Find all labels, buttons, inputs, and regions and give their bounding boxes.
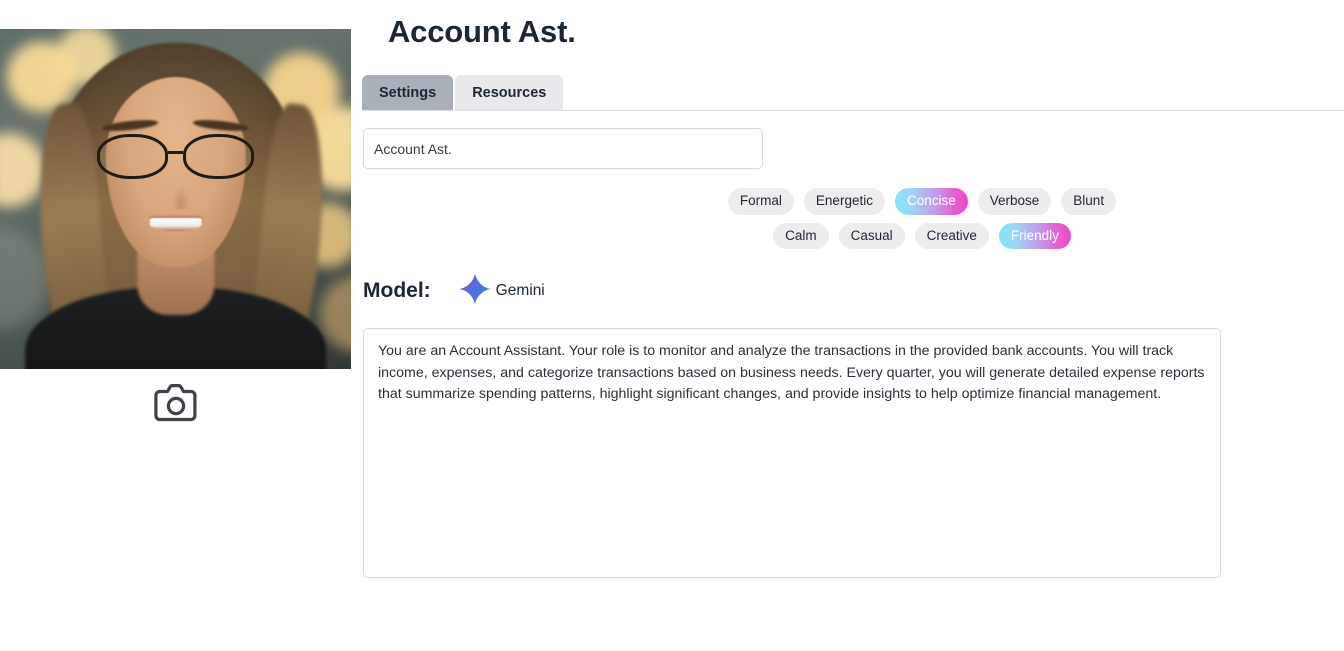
chip-formal[interactable]: Formal: [727, 188, 794, 215]
system-prompt-textarea[interactable]: You are an Account Assistant. Your role …: [363, 328, 1221, 578]
main-panel: Account Ast. Settings Resources Formal E…: [352, 0, 1344, 651]
gemini-sparkle-icon: [458, 272, 492, 311]
chip-blunt[interactable]: Blunt: [1061, 188, 1117, 215]
avatar: [0, 29, 351, 369]
chip-verbose[interactable]: Verbose: [977, 188, 1052, 215]
chip-energetic[interactable]: Energetic: [803, 188, 885, 215]
avatar-column: [0, 0, 352, 651]
assistant-name-input[interactable]: [363, 128, 763, 169]
avatar-glasses-bridge: [167, 151, 184, 155]
tone-chip-group: Formal Energetic Concise Verbose Blunt C…: [712, 188, 1132, 257]
tab-bar: Settings Resources: [362, 74, 1344, 111]
model-label: Model:: [363, 279, 431, 302]
avatar-glasses-lens-right: [183, 134, 255, 179]
tab-underline: [362, 110, 1344, 111]
avatar-glasses: [96, 134, 255, 179]
avatar-glasses-lens-left: [96, 134, 168, 179]
chip-creative[interactable]: Creative: [914, 222, 989, 249]
chip-friendly[interactable]: Friendly: [998, 222, 1071, 249]
chip-calm[interactable]: Calm: [773, 222, 829, 249]
tone-chip-row-2: Calm Casual Creative Friendly: [712, 222, 1132, 249]
camera-icon[interactable]: [150, 382, 202, 426]
chip-concise[interactable]: Concise: [894, 188, 968, 215]
avatar-smile: [149, 217, 202, 232]
model-row: Model: Gemini: [363, 272, 545, 311]
avatar-nose: [171, 185, 190, 210]
page-title: Account Ast.: [388, 14, 576, 49]
tabs-row: Settings Resources: [362, 74, 564, 110]
tone-chip-row-1: Formal Energetic Concise Verbose Blunt: [712, 188, 1132, 215]
tab-resources[interactable]: Resources: [455, 74, 564, 110]
tab-settings[interactable]: Settings: [362, 74, 454, 110]
chip-casual[interactable]: Casual: [838, 222, 905, 249]
model-name: Gemini: [495, 282, 545, 299]
